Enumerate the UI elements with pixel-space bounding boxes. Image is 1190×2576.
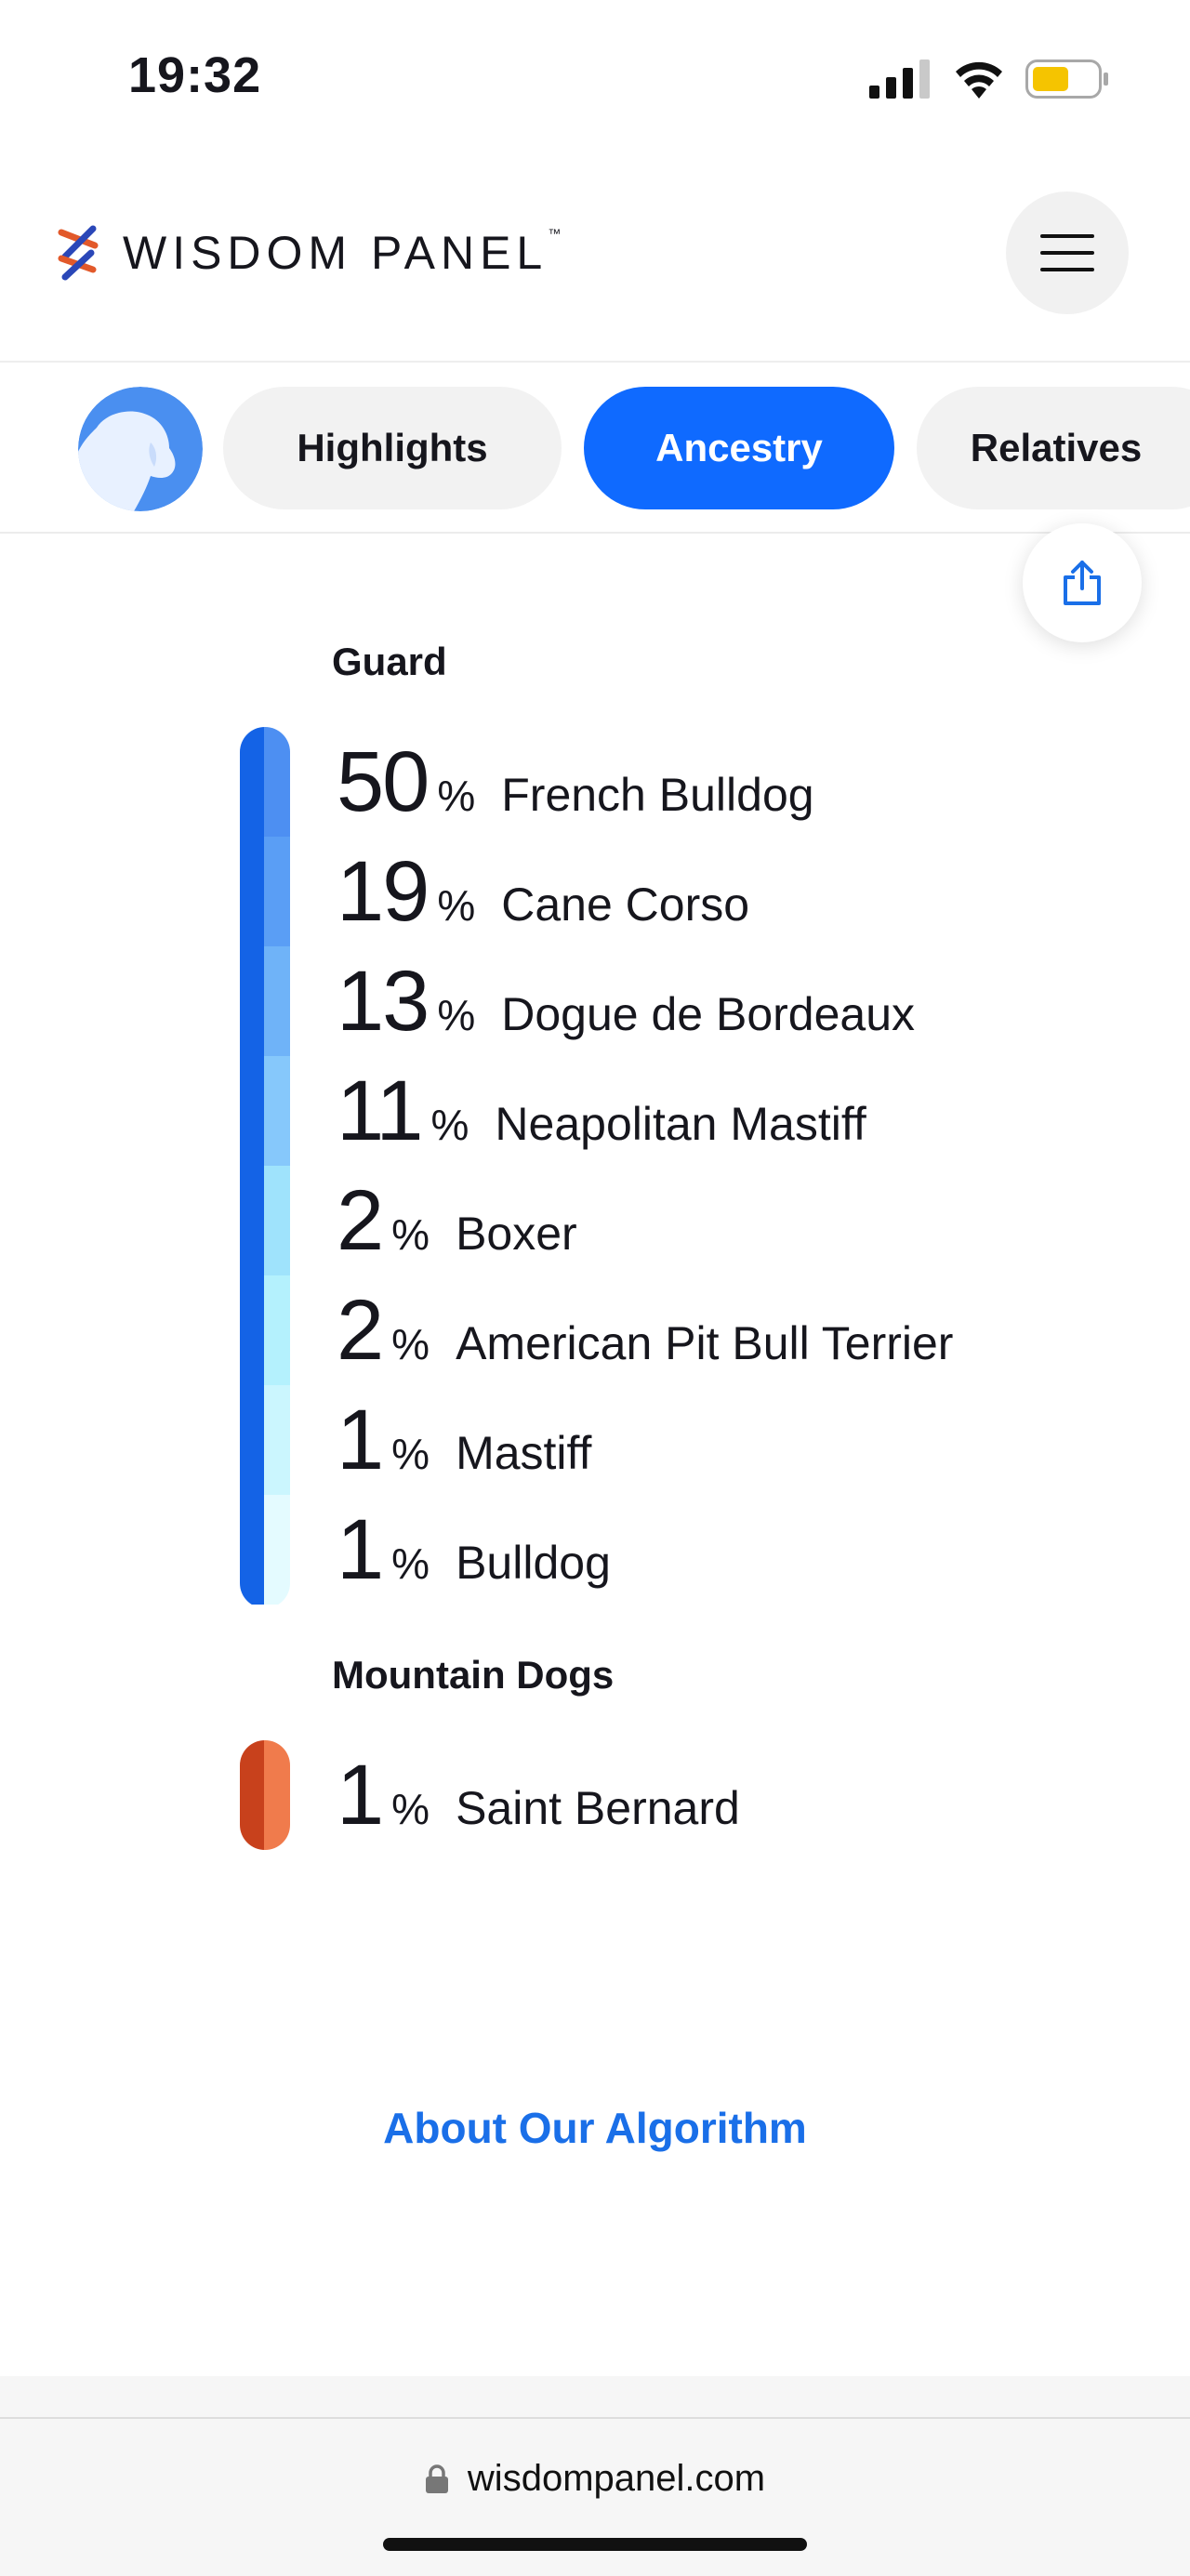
breed-name: Neapolitan Mastiff xyxy=(495,1098,866,1150)
breed-row[interactable]: 1 % Bulldog xyxy=(337,1495,611,1605)
battery-icon xyxy=(1025,59,1108,99)
url-text: wisdompanel.com xyxy=(467,2458,766,2499)
dog-avatar[interactable] xyxy=(78,387,203,511)
breed-name: French Bulldog xyxy=(501,769,814,821)
status-time: 19:32 xyxy=(128,47,262,103)
group-title-mountain-dogs: Mountain Dogs xyxy=(332,1653,615,1697)
bar-segment xyxy=(240,946,290,1056)
tab-ancestry[interactable]: Ancestry xyxy=(584,387,894,509)
profile-tabs: Highlights Ancestry Relatives xyxy=(0,364,1190,534)
home-indicator[interactable] xyxy=(383,2538,807,2551)
breed-percent: 1 xyxy=(337,1748,384,1843)
address-bar[interactable]: wisdompanel.com xyxy=(0,2458,1190,2500)
bar-segment xyxy=(240,1056,290,1166)
breed-row[interactable]: 2 % American Pit Bull Terrier xyxy=(337,1275,953,1385)
percent-symbol: % xyxy=(391,1430,430,1478)
browser-divider xyxy=(0,2417,1190,2419)
bar-segment xyxy=(240,1275,290,1385)
breed-percent: 13 xyxy=(337,954,430,1049)
breed-name: Dogue de Bordeaux xyxy=(501,988,916,1040)
breed-row[interactable]: 11 % Neapolitan Mastiff xyxy=(337,1056,866,1166)
percent-symbol: % xyxy=(391,1539,430,1588)
breed-name: Bulldog xyxy=(456,1537,611,1589)
about-algorithm-link[interactable]: About Our Algorithm xyxy=(0,2103,1190,2153)
breed-percent: 19 xyxy=(337,844,430,939)
tab-relatives[interactable]: Relatives xyxy=(917,387,1190,509)
breed-name: Boxer xyxy=(456,1208,577,1260)
breed-row[interactable]: 13 % Dogue de Bordeaux xyxy=(337,946,915,1056)
breed-percent: 1 xyxy=(337,1502,384,1597)
breed-percent: 2 xyxy=(337,1173,384,1268)
dog-silhouette-icon xyxy=(78,387,203,511)
share-button[interactable] xyxy=(1023,523,1142,642)
logo-mark-icon xyxy=(58,225,99,281)
breed-row[interactable]: 50 % French Bulldog xyxy=(337,727,814,837)
bar-segment xyxy=(240,1740,290,1850)
bar-segment xyxy=(240,1166,290,1275)
bar-segment xyxy=(240,1495,290,1605)
percent-symbol: % xyxy=(391,1320,430,1368)
breed-name: American Pit Bull Terrier xyxy=(456,1317,954,1369)
breed-percent: 2 xyxy=(337,1283,384,1378)
browser-bar: wisdompanel.com xyxy=(0,2376,1190,2576)
menu-button[interactable] xyxy=(1006,192,1129,314)
percent-symbol: % xyxy=(430,1101,469,1149)
percent-symbol: % xyxy=(391,1210,430,1259)
percent-symbol: % xyxy=(437,991,476,1039)
percent-symbol: % xyxy=(437,881,476,930)
breed-percent: 1 xyxy=(337,1393,384,1487)
wisdom-panel-logo[interactable]: WISDOM PANEL™ xyxy=(58,225,561,281)
hamburger-icon xyxy=(1040,234,1094,271)
wifi-icon xyxy=(956,61,1002,99)
breed-percent: 11 xyxy=(337,1063,424,1158)
tab-highlights[interactable]: Highlights xyxy=(223,387,562,509)
percent-symbol: % xyxy=(391,1785,430,1833)
breed-name: Mastiff xyxy=(456,1427,592,1479)
cellular-signal-icon xyxy=(869,59,930,99)
breed-percent: 50 xyxy=(337,734,430,829)
breed-row[interactable]: 1 % Saint Bernard xyxy=(337,1740,740,1850)
brand-name: WISDOM PANEL™ xyxy=(123,226,562,279)
breed-name: Cane Corso xyxy=(501,878,750,931)
lock-icon xyxy=(425,2464,448,2493)
breed-name: Saint Bernard xyxy=(456,1782,740,1834)
breed-row[interactable]: 1 % Mastiff xyxy=(337,1385,591,1495)
percent-symbol: % xyxy=(437,772,476,820)
ancestry-bar-guard xyxy=(240,727,290,1608)
group-title-guard: Guard xyxy=(332,640,447,683)
status-bar: 19:32 xyxy=(0,0,1190,158)
breed-row[interactable]: 2 % Boxer xyxy=(337,1166,577,1275)
bar-segment xyxy=(240,1385,290,1495)
bar-segment xyxy=(240,727,290,837)
breed-row[interactable]: 19 % Cane Corso xyxy=(337,837,749,946)
site-header: WISDOM PANEL™ xyxy=(0,158,1190,363)
share-icon xyxy=(1064,561,1101,605)
bar-segment xyxy=(240,837,290,946)
ancestry-bar-mountain-dogs xyxy=(240,1740,290,1850)
